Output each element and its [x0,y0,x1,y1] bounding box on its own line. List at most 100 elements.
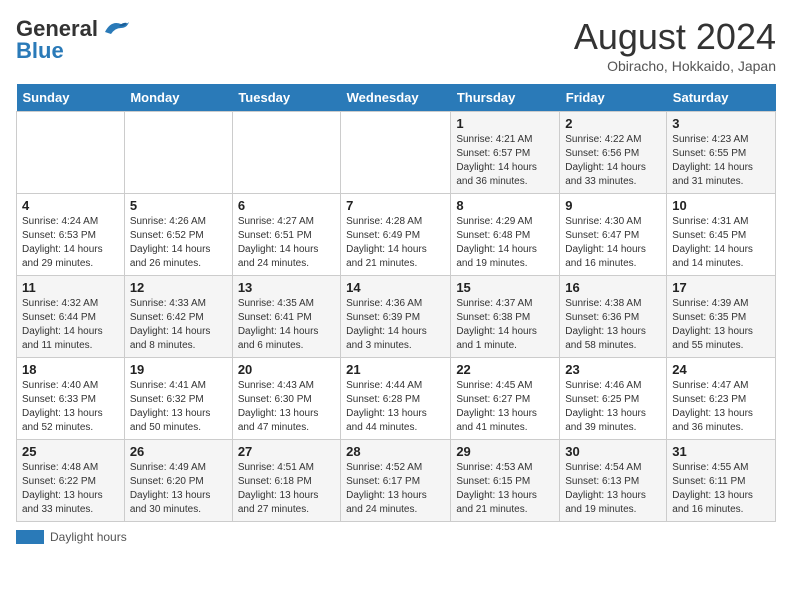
calendar-cell: 20 Sunrise: 4:43 AM Sunset: 6:30 PM Dayli… [232,358,340,440]
calendar-cell: 8 Sunrise: 4:29 AM Sunset: 6:48 PM Daylig… [451,194,560,276]
day-number: 19 [130,362,227,377]
day-number: 28 [346,444,445,459]
day-info: Sunrise: 4:22 AM Sunset: 6:56 PM Dayligh… [565,133,661,189]
calendar-cell: 4 Sunrise: 4:24 AM Sunset: 6:53 PM Daylig… [17,194,125,276]
day-number: 2 [565,116,661,131]
weekday-header-saturday: Saturday [667,84,776,112]
weekday-header-tuesday: Tuesday [232,84,340,112]
day-info: Sunrise: 4:39 AM Sunset: 6:35 PM Dayligh… [672,297,770,353]
calendar-week-5: 25 Sunrise: 4:48 AM Sunset: 6:22 PM Dayli… [17,440,776,522]
day-number: 22 [456,362,554,377]
day-info: Sunrise: 4:46 AM Sunset: 6:25 PM Dayligh… [565,379,661,435]
day-number: 9 [565,198,661,213]
day-number: 15 [456,280,554,295]
day-info: Sunrise: 4:38 AM Sunset: 6:36 PM Dayligh… [565,297,661,353]
day-info: Sunrise: 4:40 AM Sunset: 6:33 PM Dayligh… [22,379,119,435]
day-number: 13 [238,280,335,295]
calendar-cell [124,112,232,194]
calendar-cell: 21Sunrise: 4:44 AM Sunset: 6:28 PM Dayli… [341,358,451,440]
day-info: Sunrise: 4:33 AM Sunset: 6:42 PM Dayligh… [130,297,227,353]
location-subtitle: Obiracho, Hokkaido, Japan [574,58,776,74]
day-info: Sunrise: 4:51 AM Sunset: 6:18 PM Dayligh… [238,461,335,517]
calendar-cell: 14 Sunrise: 4:36 AM Sunset: 6:39 PM Dayli… [341,276,451,358]
day-number: 23 [565,362,661,377]
day-number: 3 [672,116,770,131]
calendar-cell: 17 Sunrise: 4:39 AM Sunset: 6:35 PM Dayli… [667,276,776,358]
calendar-cell: 12 Sunrise: 4:33 AM Sunset: 6:42 PM Dayli… [124,276,232,358]
day-info: Sunrise: 4:53 AM Sunset: 6:15 PM Dayligh… [456,461,554,517]
day-number: 4 [22,198,119,213]
weekday-header-wednesday: Wednesday [341,84,451,112]
header: General Blue August 2024 Obiracho, Hokka… [16,16,776,74]
calendar-cell: 10Sunrise: 4:31 AM Sunset: 6:45 PM Dayli… [667,194,776,276]
calendar-cell: 24Sunrise: 4:47 AM Sunset: 6:23 PM Dayli… [667,358,776,440]
day-info: Sunrise: 4:28 AM Sunset: 6:49 PM Dayligh… [346,215,445,271]
calendar-week-4: 18 Sunrise: 4:40 AM Sunset: 6:33 PM Dayli… [17,358,776,440]
weekday-header-friday: Friday [560,84,667,112]
calendar-cell: 1 Sunrise: 4:21 AM Sunset: 6:57 PM Daylig… [451,112,560,194]
calendar-cell: 30 Sunrise: 4:54 AM Sunset: 6:13 PM Dayli… [560,440,667,522]
day-number: 1 [456,116,554,131]
weekday-header-thursday: Thursday [451,84,560,112]
day-info: Sunrise: 4:24 AM Sunset: 6:53 PM Dayligh… [22,215,119,271]
day-number: 25 [22,444,119,459]
weekday-header-monday: Monday [124,84,232,112]
calendar-week-3: 11Sunrise: 4:32 AM Sunset: 6:44 PM Dayli… [17,276,776,358]
day-info: Sunrise: 4:41 AM Sunset: 6:32 PM Dayligh… [130,379,227,435]
calendar-cell: 25 Sunrise: 4:48 AM Sunset: 6:22 PM Dayli… [17,440,125,522]
day-info: Sunrise: 4:26 AM Sunset: 6:52 PM Dayligh… [130,215,227,271]
day-number: 8 [456,198,554,213]
day-number: 18 [22,362,119,377]
calendar-cell [341,112,451,194]
calendar-cell: 19 Sunrise: 4:41 AM Sunset: 6:32 PM Dayli… [124,358,232,440]
day-info: Sunrise: 4:45 AM Sunset: 6:27 PM Dayligh… [456,379,554,435]
day-info: Sunrise: 4:37 AM Sunset: 6:38 PM Dayligh… [456,297,554,353]
day-number: 7 [346,198,445,213]
calendar-cell: 7 Sunrise: 4:28 AM Sunset: 6:49 PM Daylig… [341,194,451,276]
legend-color-box [16,530,44,544]
calendar-cell: 11Sunrise: 4:32 AM Sunset: 6:44 PM Dayli… [17,276,125,358]
day-number: 11 [22,280,119,295]
day-info: Sunrise: 4:27 AM Sunset: 6:51 PM Dayligh… [238,215,335,271]
calendar-cell: 16Sunrise: 4:38 AM Sunset: 6:36 PM Dayli… [560,276,667,358]
day-number: 17 [672,280,770,295]
calendar-table: SundayMondayTuesdayWednesdayThursdayFrid… [16,84,776,522]
day-number: 24 [672,362,770,377]
calendar-cell: 23 Sunrise: 4:46 AM Sunset: 6:25 PM Dayli… [560,358,667,440]
logo-text-blue: Blue [16,38,64,64]
calendar-cell: 18 Sunrise: 4:40 AM Sunset: 6:33 PM Dayli… [17,358,125,440]
weekday-header-row: SundayMondayTuesdayWednesdayThursdayFrid… [17,84,776,112]
calendar-cell: 2 Sunrise: 4:22 AM Sunset: 6:56 PM Daylig… [560,112,667,194]
calendar-cell: 22 Sunrise: 4:45 AM Sunset: 6:27 PM Dayli… [451,358,560,440]
logo: General Blue [16,16,129,64]
day-number: 30 [565,444,661,459]
day-number: 12 [130,280,227,295]
title-area: August 2024 Obiracho, Hokkaido, Japan [574,16,776,74]
day-info: Sunrise: 4:49 AM Sunset: 6:20 PM Dayligh… [130,461,227,517]
day-info: Sunrise: 4:54 AM Sunset: 6:13 PM Dayligh… [565,461,661,517]
calendar-cell: 13Sunrise: 4:35 AM Sunset: 6:41 PM Dayli… [232,276,340,358]
day-info: Sunrise: 4:48 AM Sunset: 6:22 PM Dayligh… [22,461,119,517]
calendar-cell: 28 Sunrise: 4:52 AM Sunset: 6:17 PM Dayli… [341,440,451,522]
calendar-cell [232,112,340,194]
day-info: Sunrise: 4:21 AM Sunset: 6:57 PM Dayligh… [456,133,554,189]
day-info: Sunrise: 4:30 AM Sunset: 6:47 PM Dayligh… [565,215,661,271]
day-number: 27 [238,444,335,459]
calendar-week-1: 1 Sunrise: 4:21 AM Sunset: 6:57 PM Daylig… [17,112,776,194]
day-number: 29 [456,444,554,459]
calendar-cell: 3 Sunrise: 4:23 AM Sunset: 6:55 PM Daylig… [667,112,776,194]
day-number: 20 [238,362,335,377]
day-info: Sunrise: 4:31 AM Sunset: 6:45 PM Dayligh… [672,215,770,271]
day-info: Sunrise: 4:29 AM Sunset: 6:48 PM Dayligh… [456,215,554,271]
day-info: Sunrise: 4:23 AM Sunset: 6:55 PM Dayligh… [672,133,770,189]
calendar-cell: 26Sunrise: 4:49 AM Sunset: 6:20 PM Dayli… [124,440,232,522]
legend: Daylight hours [16,530,776,544]
day-info: Sunrise: 4:43 AM Sunset: 6:30 PM Dayligh… [238,379,335,435]
calendar-cell [17,112,125,194]
day-number: 5 [130,198,227,213]
day-number: 14 [346,280,445,295]
day-info: Sunrise: 4:52 AM Sunset: 6:17 PM Dayligh… [346,461,445,517]
day-info: Sunrise: 4:36 AM Sunset: 6:39 PM Dayligh… [346,297,445,353]
logo-bird-icon [101,18,129,40]
calendar-week-2: 4 Sunrise: 4:24 AM Sunset: 6:53 PM Daylig… [17,194,776,276]
